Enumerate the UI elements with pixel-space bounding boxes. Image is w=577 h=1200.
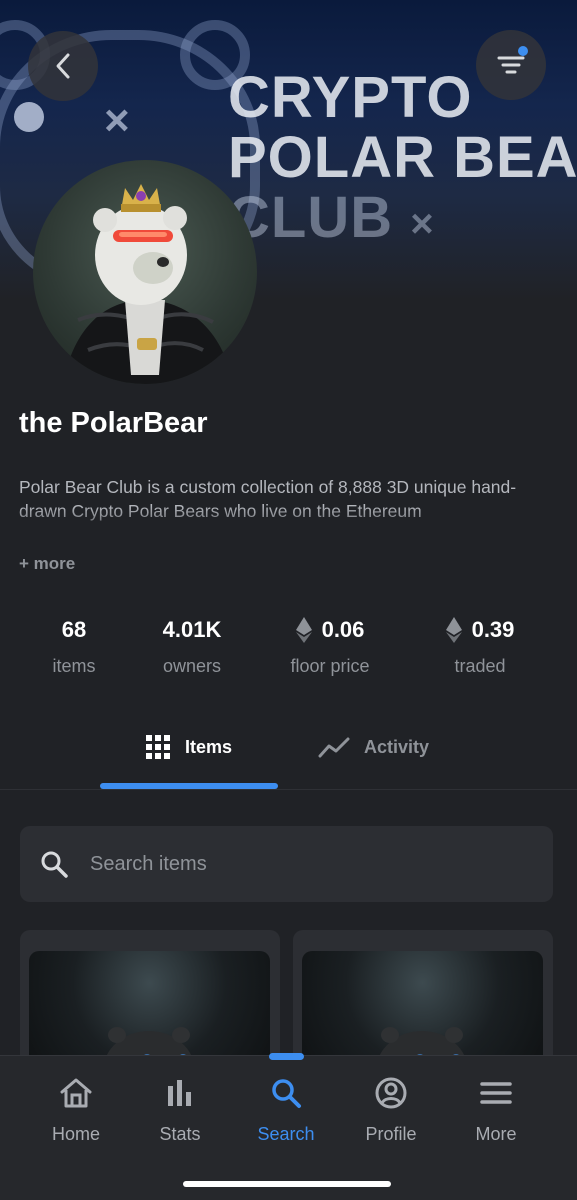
grid-icon	[146, 735, 170, 759]
nav-label: Search	[257, 1124, 315, 1144]
nav-label: Profile	[365, 1124, 417, 1144]
stat-floor-price: 0.06 floor price	[265, 614, 395, 677]
tab-label: Items	[185, 736, 233, 757]
filter-icon	[497, 56, 525, 74]
nav-profile[interactable]: Profile	[341, 1072, 441, 1145]
stat-label: traded	[454, 656, 506, 676]
filter-badge	[518, 46, 528, 56]
stat-value: 0.39	[471, 617, 515, 642]
back-button[interactable]	[28, 31, 98, 101]
trend-line-icon	[318, 737, 350, 758]
stat-label: floor price	[290, 656, 370, 676]
search-icon	[41, 851, 68, 878]
stat-label: owners	[162, 656, 222, 676]
stat-value: 4.01K	[162, 617, 222, 642]
ethereum-icon	[445, 617, 462, 643]
stat-items: 68 items	[24, 614, 124, 677]
search-bar[interactable]	[20, 826, 553, 902]
menu-icon	[480, 1082, 512, 1104]
banner-title-line2: POLAR BEA	[228, 125, 577, 190]
nav-home[interactable]: Home	[26, 1072, 126, 1145]
filter-button[interactable]	[476, 30, 546, 100]
stat-owners: 4.01K owners	[142, 614, 242, 677]
banner-bear-eye-x: ×	[104, 96, 130, 145]
tab-items[interactable]: Items	[145, 730, 232, 764]
user-circle-icon	[375, 1077, 407, 1109]
stat-value: 0.06	[321, 617, 365, 642]
banner-title-line3: CLUB ×	[228, 185, 435, 250]
chevron-left-icon	[56, 53, 70, 79]
collection-name: the PolarBear	[19, 407, 208, 439]
collection-avatar	[33, 160, 257, 384]
banner-bear-eye	[14, 102, 44, 132]
nav-stats[interactable]: Stats	[130, 1072, 230, 1145]
stat-traded: 0.39 traded	[420, 614, 540, 677]
ethereum-icon	[295, 617, 312, 643]
search-input[interactable]	[90, 852, 510, 876]
polar-bear-avatar-image	[63, 184, 233, 384]
nav-search[interactable]: Search	[236, 1072, 336, 1145]
stat-value: 68	[61, 617, 87, 642]
bar-chart-icon	[168, 1080, 191, 1106]
nav-label: Stats	[159, 1124, 201, 1144]
home-icon	[60, 1078, 92, 1108]
nav-active-indicator	[269, 1053, 304, 1060]
tab-divider	[0, 789, 577, 790]
more-link[interactable]: + more	[19, 554, 75, 574]
nav-label: Home	[51, 1124, 100, 1144]
nav-more[interactable]: More	[446, 1072, 546, 1145]
home-indicator	[183, 1181, 391, 1187]
tab-label: Activity	[364, 736, 430, 757]
search-icon	[272, 1079, 301, 1108]
tab-activity[interactable]: Activity	[318, 730, 429, 764]
stat-label: items	[52, 656, 96, 676]
description-fade	[0, 505, 577, 545]
nav-label: More	[475, 1124, 517, 1144]
